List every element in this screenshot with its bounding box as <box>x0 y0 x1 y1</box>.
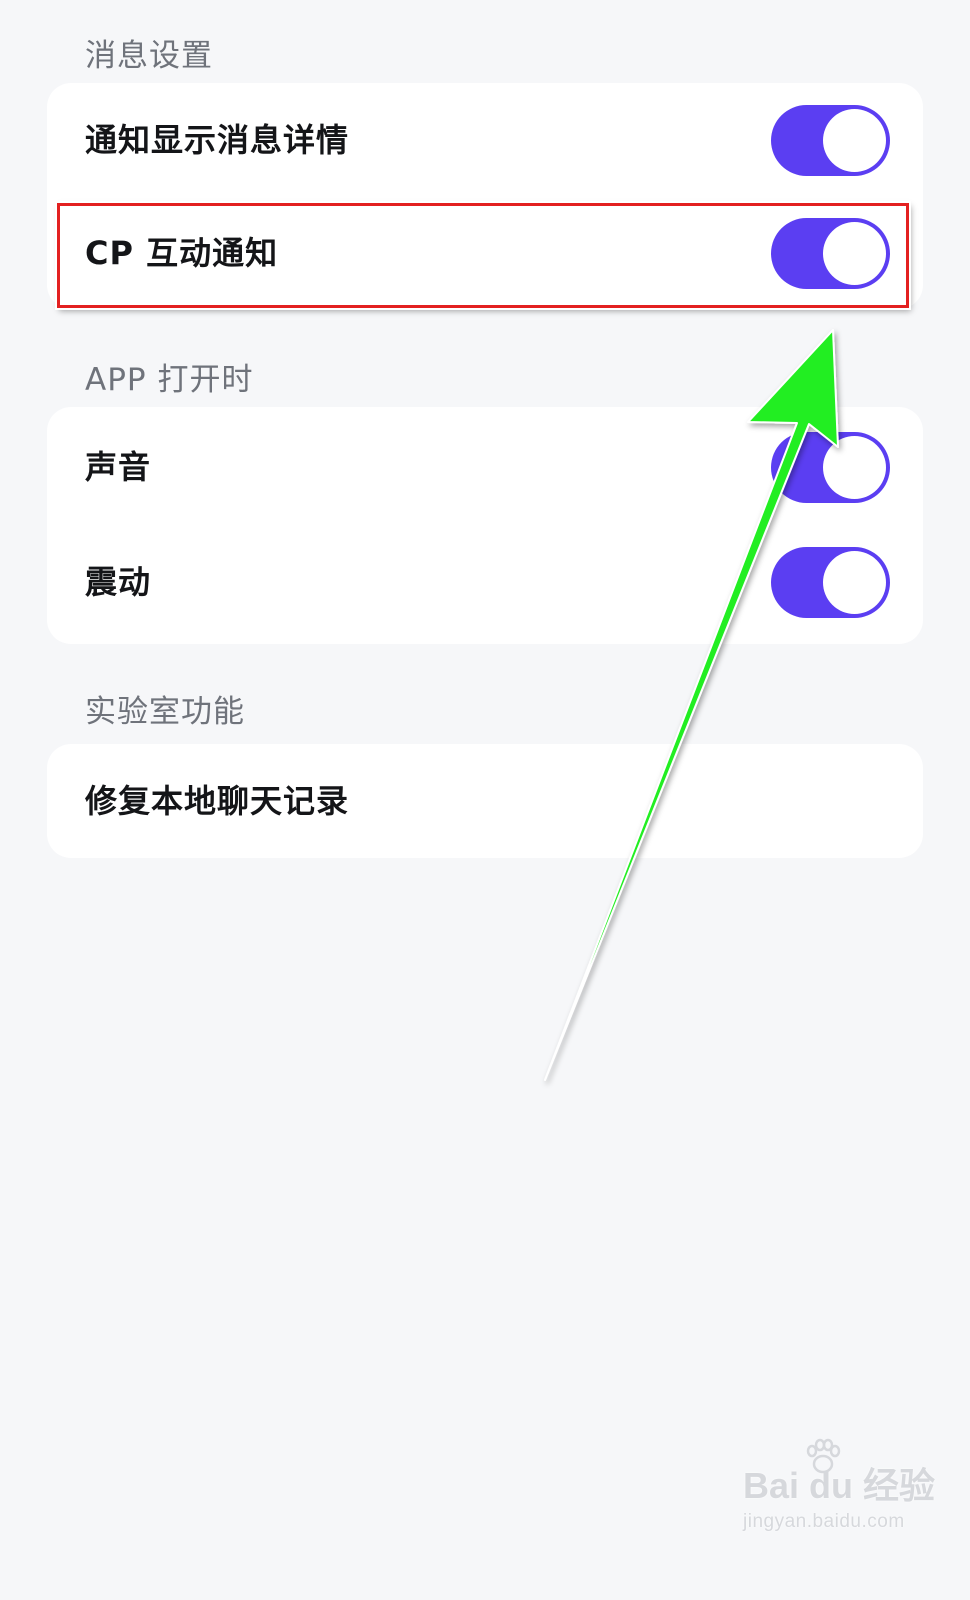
section-header-app-open: APP 打开时 <box>85 362 254 398</box>
highlight-box <box>57 203 909 308</box>
setting-row-repair-chat-history[interactable]: 修复本地聊天记录 <box>47 744 923 858</box>
section-header-message-settings: 消息设置 <box>85 38 213 74</box>
setting-row-sound[interactable]: 声音 <box>47 410 923 525</box>
toggle-knob <box>823 551 886 614</box>
notification-details-toggle[interactable] <box>771 105 890 176</box>
card-lab-features: 修复本地聊天记录 <box>47 744 923 858</box>
toggle-knob <box>823 436 886 499</box>
card-app-open: 声音 震动 <box>47 407 923 644</box>
baidu-paw-icon <box>806 1438 841 1474</box>
setting-label: 声音 <box>85 448 152 486</box>
vibration-toggle[interactable] <box>771 547 890 618</box>
toggle-knob <box>823 109 886 172</box>
section-header-lab-features: 实验室功能 <box>85 694 245 730</box>
setting-label: 通知显示消息详情 <box>85 121 350 159</box>
watermark: Bai du 经验 jingyan.baidu.com <box>743 1438 935 1533</box>
setting-row-vibration[interactable]: 震动 <box>47 525 923 640</box>
sound-toggle[interactable] <box>771 432 890 503</box>
setting-label: 震动 <box>85 563 152 601</box>
watermark-url: jingyan.baidu.com <box>743 1511 905 1532</box>
setting-row-notification-details[interactable]: 通知显示消息详情 <box>47 83 923 198</box>
setting-label: 修复本地聊天记录 <box>85 782 350 820</box>
